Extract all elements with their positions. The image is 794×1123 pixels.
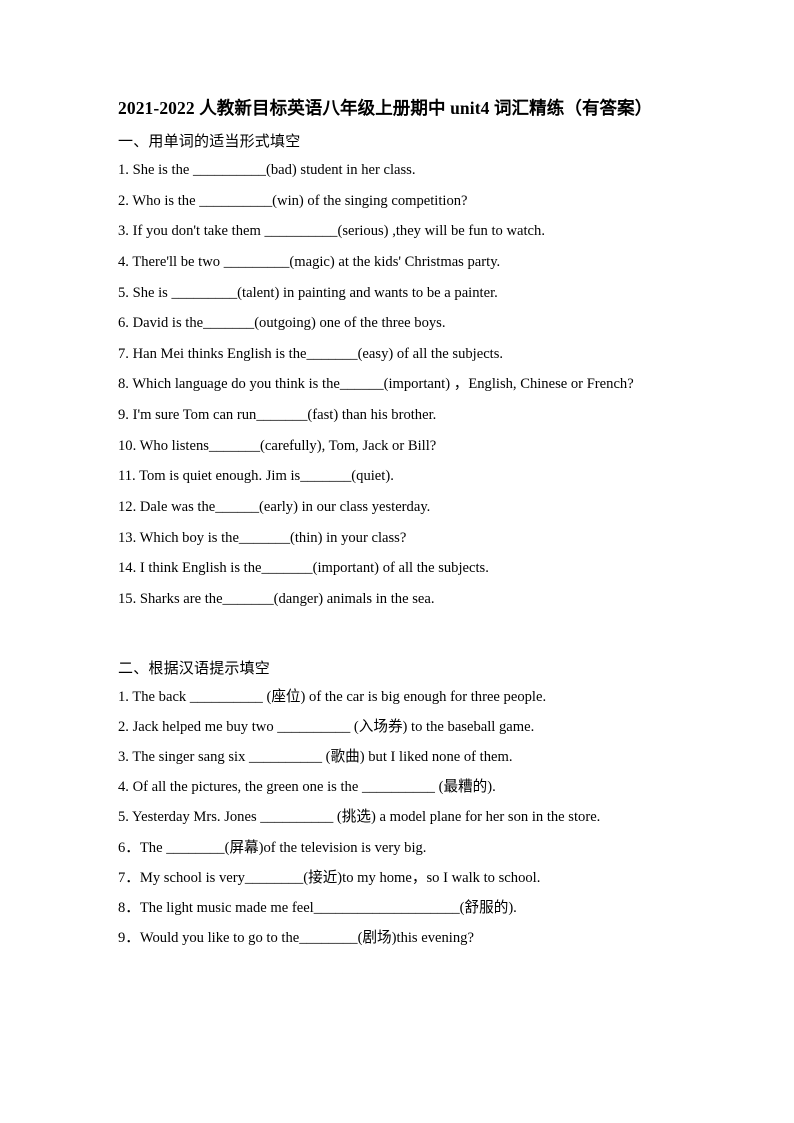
question-item: 12. Dale was the______(early) in our cla… [118,499,431,516]
question-item: 4. There'll be two _________(magic) at t… [118,253,501,270]
question-item: 9. I'm sure Tom can run_______(fast) tha… [118,407,437,424]
question-item: 6. David is the_______(outgoing) one of … [118,315,446,332]
question-item: 2. Jack helped me buy two __________ (入场… [118,718,535,735]
section-one-question-list: 1. She is the __________(bad) student in… [118,160,676,610]
question-item: 10. Who listens_______(carefully), Tom, … [118,437,437,454]
question-item: 13. Which boy is the_______(thin) in you… [118,529,407,546]
question-item: 8．The light music made me feel__________… [118,899,517,916]
section-two-heading: 二、根据汉语提示填空 [118,659,271,678]
question-item: 4. Of all the pictures, the green one is… [118,779,496,796]
question-item: 11. Tom is quiet enough. Jim is_______(q… [118,468,394,485]
section-one-heading: 一、用单词的适当形式填空 [118,132,301,151]
question-item: 1. The back __________ (座位) of the car i… [118,688,547,705]
question-item: 7．My school is very________(接近)to my hom… [118,869,541,886]
question-item: 3. The singer sang six __________ (歌曲) b… [118,749,513,766]
question-item: 6．The ________(屏幕)of the television is v… [118,839,427,856]
question-item: 1. She is the __________(bad) student in… [118,161,416,178]
question-item: 5. Yesterday Mrs. Jones __________ (挑选) … [118,809,601,826]
page-title: 2021-2022 人教新目标英语八年级上册期中 unit4 词汇精练（有答案） [118,98,653,118]
question-item: 2. Who is the __________(win) of the sin… [118,192,468,209]
question-item: 7. Han Mei thinks English is the_______(… [118,345,504,362]
question-item: 8. Which language do you think is the___… [118,376,634,393]
section-two-question-list: 1. The back __________ (座位) of the car i… [118,687,676,949]
question-item: 3. If you don't take them __________(ser… [118,223,545,240]
document-page: 2021-2022 人教新目标英语八年级上册期中 unit4 词汇精练（有答案）… [0,0,794,1123]
question-item: 15. Sharks are the_______(danger) animal… [118,591,435,608]
section-two: 二、根据汉语提示填空 1. The back __________ (座位) o… [118,657,676,949]
question-item: 14. I think English is the_______(import… [118,560,489,577]
question-item: 9．Would you like to go to the________(剧场… [118,929,474,946]
question-item: 5. She is _________(talent) in painting … [118,284,498,301]
section-one: 一、用单词的适当形式填空 1. She is the __________(ba… [118,130,676,610]
